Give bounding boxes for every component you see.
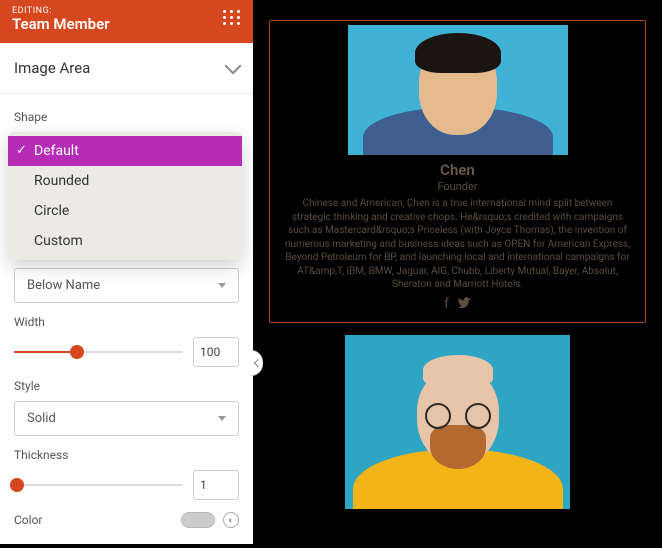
- shape-option-rounded[interactable]: Rounded: [8, 166, 242, 196]
- position-value: Below Name: [27, 278, 100, 293]
- drag-handle-icon[interactable]: [223, 6, 241, 25]
- thickness-label: Thickness: [14, 448, 239, 462]
- team-member-card[interactable]: [269, 335, 646, 509]
- width-label: Width: [14, 315, 239, 329]
- editor-sidebar: EDITING: Team Member Image Area Shape De…: [0, 0, 253, 544]
- member-photo: [345, 335, 570, 509]
- twitter-icon[interactable]: [457, 296, 471, 314]
- style-value: Solid: [27, 411, 56, 426]
- panel-title: Team Member: [12, 15, 110, 33]
- member-role: Founder: [437, 180, 477, 193]
- thickness-input[interactable]: [193, 470, 239, 500]
- position-select[interactable]: Below Name: [14, 268, 239, 303]
- chevron-down-icon: [225, 58, 242, 75]
- shape-option-default[interactable]: Default: [8, 136, 242, 166]
- shape-option-circle[interactable]: Circle: [8, 196, 242, 226]
- caret-down-icon: [218, 416, 226, 421]
- member-name: Chen: [440, 161, 475, 179]
- editing-label: EDITING:: [12, 6, 110, 16]
- shape-label: Shape: [14, 110, 239, 124]
- width-input[interactable]: [193, 337, 239, 367]
- color-picker-icon[interactable]: ◐: [223, 512, 239, 528]
- shape-option-custom[interactable]: Custom: [8, 226, 242, 256]
- member-photo: [348, 25, 568, 155]
- style-select[interactable]: Solid: [14, 401, 239, 436]
- width-slider[interactable]: [14, 340, 183, 364]
- section-image-area[interactable]: Image Area: [0, 43, 253, 94]
- preview-canvas: Chen Founder Chinese and American, Chen …: [253, 0, 662, 544]
- panel-body: Shape Default Rounded Circle Custom Sepa…: [0, 94, 253, 548]
- member-socials: f: [444, 296, 471, 314]
- caret-down-icon: [218, 283, 226, 288]
- member-bio: Chinese and American, Chen is a true int…: [284, 197, 631, 292]
- style-label: Style: [14, 379, 239, 393]
- shape-dropdown[interactable]: Default Rounded Circle Custom: [14, 132, 239, 170]
- section-title: Image Area: [14, 59, 90, 77]
- shape-dropdown-menu: Default Rounded Circle Custom: [8, 132, 242, 260]
- panel-header: EDITING: Team Member: [0, 0, 253, 43]
- color-label: Color: [14, 513, 42, 527]
- team-member-card[interactable]: Chen Founder Chinese and American, Chen …: [269, 20, 646, 323]
- facebook-icon[interactable]: f: [444, 296, 449, 314]
- thickness-slider[interactable]: [14, 473, 183, 497]
- color-swatch[interactable]: [181, 512, 215, 528]
